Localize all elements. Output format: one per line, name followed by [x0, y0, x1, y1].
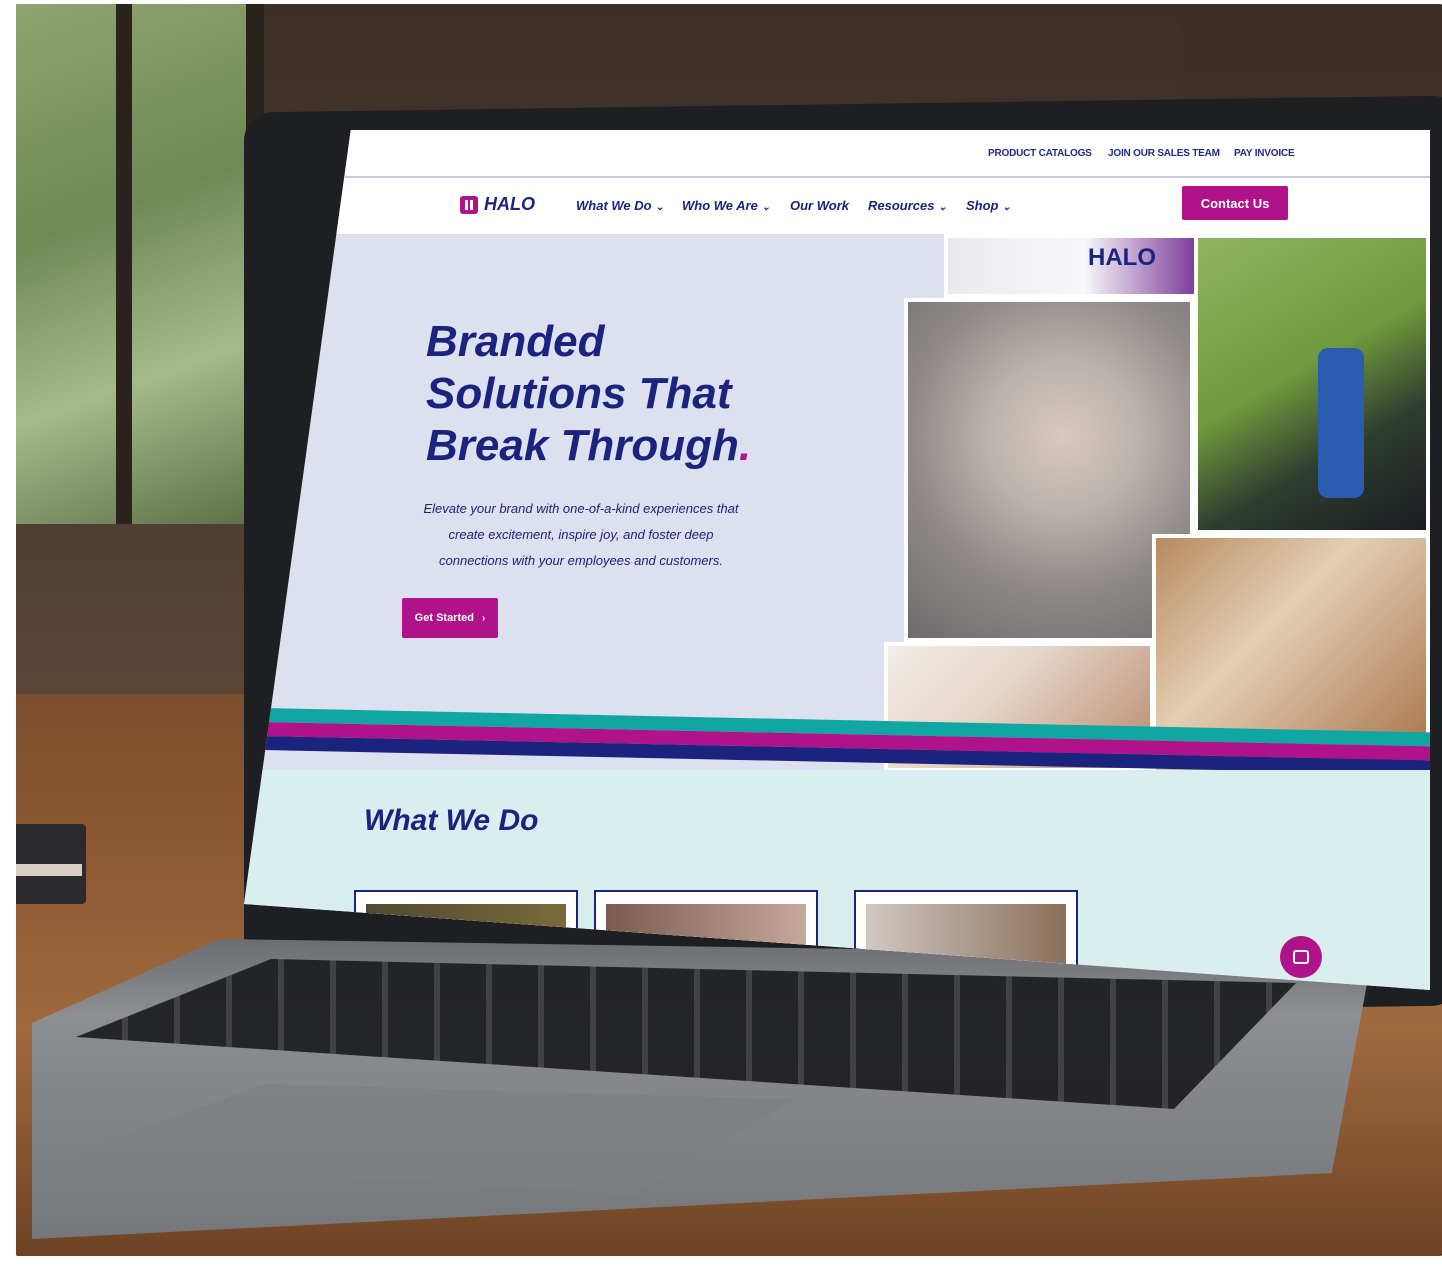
- book-pages: [16, 864, 82, 876]
- logo-mark-icon: [460, 195, 478, 214]
- nav-item-what-we-do[interactable]: What We Do ⌄: [576, 198, 664, 213]
- chevron-right-icon: ›: [481, 612, 486, 624]
- nav-label-shop: Shop: [966, 198, 999, 213]
- chevron-down-icon: ⌄: [655, 202, 664, 213]
- hero-title-line-2: Solutions That: [426, 369, 732, 418]
- nav-item-who-we-are[interactable]: Who We Are ⌄: [682, 198, 770, 213]
- logo[interactable]: HALO: [460, 194, 535, 215]
- nav-item-shop[interactable]: Shop ⌄: [966, 198, 1011, 213]
- utility-link-sales-team[interactable]: JOIN OUR SALES TEAM: [1108, 148, 1220, 159]
- hero-title-dot: .: [738, 421, 752, 470]
- hero-title-line-1: Branded: [426, 317, 605, 366]
- main-nav: HALO What We Do ⌄ Who We Are ⌄ Our Work Re…: [244, 178, 1430, 234]
- chevron-down-icon: ⌄: [938, 202, 947, 213]
- utility-link-pay-invoice[interactable]: PAY INVOICE: [1234, 148, 1295, 159]
- get-started-button[interactable]: Get Started ›: [402, 598, 498, 638]
- hero-title-line-3: Break Through.: [426, 421, 752, 470]
- utility-link-catalogs[interactable]: PRODUCT CATALOGS: [988, 148, 1092, 159]
- window: [16, 4, 264, 524]
- nav-item-our-work[interactable]: Our Work: [790, 198, 849, 213]
- utility-bar: PRODUCT CATALOGS JOIN OUR SALES TEAM PAY…: [244, 130, 1430, 178]
- chevron-down-icon: ⌄: [1002, 202, 1011, 213]
- what-we-do-title: What We Do: [364, 804, 539, 837]
- chevron-down-icon: ⌄: [761, 202, 771, 213]
- collage-tile-banner: HALO: [944, 234, 1200, 298]
- nav-label-who-we-are: Who We Are: [682, 198, 758, 213]
- nav-label-our-work: Our Work: [790, 198, 849, 213]
- bottle: [1318, 348, 1364, 498]
- get-started-label: Get Started: [414, 612, 474, 624]
- collage-banner-text: HALO: [1088, 244, 1156, 271]
- nav-label-resources: Resources: [868, 198, 935, 213]
- collage-tile-bottle: [1194, 234, 1430, 534]
- hero-title: Branded Solutions That Break Through.: [426, 316, 751, 472]
- nav-item-resources[interactable]: Resources ⌄: [868, 198, 947, 213]
- collage-tile-beanie: [904, 298, 1194, 642]
- chat-icon: [1293, 950, 1309, 964]
- chat-button[interactable]: [1280, 936, 1322, 978]
- website-screen: PRODUCT CATALOGS JOIN OUR SALES TEAM PAY…: [244, 130, 1430, 990]
- logo-text: HALO: [484, 194, 535, 214]
- hero-copy: Elevate your brand with one-of-a-kind ex…: [423, 501, 739, 568]
- contact-us-button[interactable]: Contact Us: [1182, 186, 1288, 220]
- nav-label-what-we-do: What We Do: [576, 198, 652, 213]
